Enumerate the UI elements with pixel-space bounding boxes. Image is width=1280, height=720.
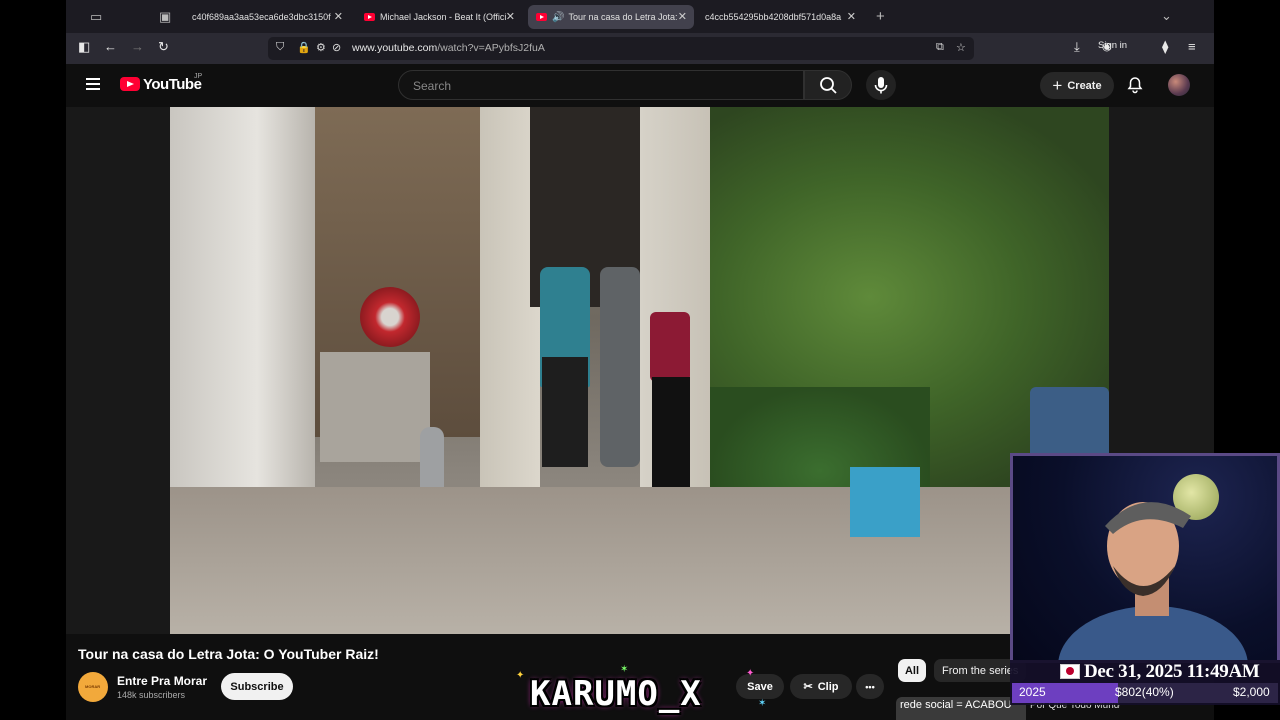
user-avatar[interactable] — [1168, 74, 1190, 96]
overlay-year: 2025 — [1019, 685, 1046, 699]
sparkle-icon: ✦ — [746, 668, 755, 679]
tab-1-title: c40f689aa3aa53eca6de3dbc3150f — [192, 12, 331, 22]
covered-object — [600, 267, 640, 467]
tab-4-title: c4ccb554295bb4208dbf571d0a8a — [705, 12, 842, 22]
shield-icon[interactable]: ⛉ — [276, 41, 284, 54]
sparkle-icon: ✶ — [758, 698, 767, 709]
youtube-favicon-icon — [364, 13, 375, 21]
close-icon[interactable]: ✕ — [506, 10, 515, 23]
youtube-logo-icon[interactable] — [120, 77, 140, 91]
hamburger-menu-icon[interactable] — [86, 78, 100, 90]
channel-avatar-text: MORAR — [85, 684, 101, 689]
sign-in-button[interactable]: Sign in — [1098, 40, 1127, 51]
address-bar[interactable]: ⛉ 🔒 ⚙ ⊘ www.youtube.com/watch?v=APybfsJ2… — [268, 37, 974, 60]
recommended-thumbnail[interactable]: rede social = ACABOU — [896, 697, 1026, 720]
subscriber-count: 148k subscribers — [117, 690, 186, 700]
tab-bar: ▭ ▣ c40f689aa3aa53eca6de3dbc3150f ✕ Mich… — [66, 0, 1214, 33]
tab-4[interactable]: c4ccb554295bb4208dbf571d0a8a ✕ — [697, 5, 863, 29]
picture-in-picture-icon[interactable]: ⧉ — [936, 41, 944, 54]
red-machine — [360, 287, 420, 347]
person-dark-pants — [542, 357, 588, 467]
sidebar-toggle-icon[interactable]: ▭ — [90, 9, 102, 25]
floor — [170, 487, 1109, 634]
tab-1[interactable]: c40f689aa3aa53eca6de3dbc3150f ✕ — [184, 5, 350, 29]
create-label: Create — [1067, 79, 1102, 92]
search-box[interactable] — [398, 70, 804, 100]
sparkle-icon: ✦ — [516, 670, 525, 681]
back-icon[interactable]: ← — [104, 39, 117, 54]
new-tab-button[interactable]: + — [876, 8, 885, 25]
autoplay-blocked-icon[interactable]: ⊘ — [332, 41, 341, 54]
japan-flag-icon — [1060, 664, 1080, 679]
microphone-icon — [874, 77, 888, 94]
url-path: /watch?v=APybfsJ2fuA — [437, 42, 545, 54]
plus-icon: + — [1052, 75, 1063, 95]
webcam-overlay — [1010, 453, 1280, 663]
url-text[interactable]: www.youtube.com/watch?v=APybfsJ2fuA — [352, 42, 545, 54]
download-icon[interactable]: ⤓ — [1074, 39, 1080, 55]
clip-label: Clip — [817, 680, 839, 693]
scissors-icon: ✂ — [803, 681, 813, 693]
lock-icon[interactable]: 🔒 — [297, 41, 311, 54]
bookmark-star-icon[interactable]: ☆ — [956, 41, 966, 54]
sidebar-icon[interactable]: ◧ — [78, 39, 90, 55]
url-host: www.youtube.com — [352, 42, 438, 54]
overlay-datetime: Dec 31, 2025 11:49AM — [1084, 661, 1260, 682]
video-frame[interactable] — [170, 107, 1109, 634]
channel-avatar[interactable]: MORAR — [78, 672, 108, 702]
extensions-icon[interactable]: ⧫ — [1162, 39, 1168, 55]
subscribe-button[interactable]: Subscribe — [221, 673, 293, 700]
permissions-icon[interactable]: ⚙ — [316, 41, 326, 54]
youtube-header: YouTube JP + Create — [66, 64, 1214, 107]
search-icon — [820, 77, 837, 94]
recommended-thumbnail-text: rede social = ACABOU — [900, 699, 1012, 711]
search-button[interactable] — [804, 70, 852, 100]
karumo-logo: ✦ ✶ ✦ ✶ KARUMO_X — [510, 664, 776, 720]
close-icon[interactable]: ✕ — [678, 10, 687, 23]
speaker-icon[interactable]: 🔊 — [552, 12, 564, 23]
video-title: Tour na casa do Letra Jota: O YouTuber R… — [78, 646, 379, 662]
region-code: JP — [194, 73, 203, 80]
tab-2[interactable]: Michael Jackson - Beat It (Offici ✕ — [356, 5, 522, 29]
channel-name[interactable]: Entre Pra Morar — [117, 674, 207, 688]
more-actions-button[interactable]: ••• — [856, 674, 884, 699]
close-icon[interactable]: ✕ — [847, 10, 856, 23]
voice-search-button[interactable] — [866, 70, 896, 100]
clip-button[interactable]: ✂ Clip — [790, 674, 852, 699]
close-icon[interactable]: ✕ — [334, 10, 343, 23]
nav-bar: ◧ ← → ↻ ⛉ 🔒 ⚙ ⊘ www.youtube.com/watch?v=… — [66, 33, 1214, 64]
chip-all[interactable]: All — [898, 659, 926, 682]
person-red-top — [650, 312, 690, 382]
youtube-logo-text[interactable]: YouTube — [143, 76, 202, 93]
chevron-down-icon[interactable]: ⌄ — [1161, 8, 1172, 24]
create-button[interactable]: + Create — [1040, 72, 1114, 99]
blue-container — [850, 467, 920, 537]
youtube-favicon-icon — [536, 13, 547, 21]
donation-amount: $802(40%) — [1115, 685, 1174, 699]
tab-3-active[interactable]: 🔊 Tour na casa do Letra Jota: ✕ — [528, 5, 694, 29]
tab-2-title: Michael Jackson - Beat It (Offici — [380, 12, 507, 22]
workbench — [320, 352, 430, 462]
app-menu-icon[interactable]: ≡ — [1188, 39, 1196, 54]
tab-3-title: Tour na casa do Letra Jota: — [568, 12, 678, 22]
reload-icon[interactable]: ↻ — [158, 39, 169, 55]
karumo-logo-text: KARUMO_X — [530, 674, 702, 714]
tab-manager-icon[interactable]: ▣ — [159, 9, 171, 25]
search-input[interactable] — [411, 78, 795, 94]
forward-icon[interactable]: → — [131, 39, 144, 54]
streamer-illustration — [1058, 502, 1248, 660]
notifications-bell-icon[interactable] — [1126, 76, 1144, 99]
donation-goal: $2,000 — [1233, 685, 1270, 699]
